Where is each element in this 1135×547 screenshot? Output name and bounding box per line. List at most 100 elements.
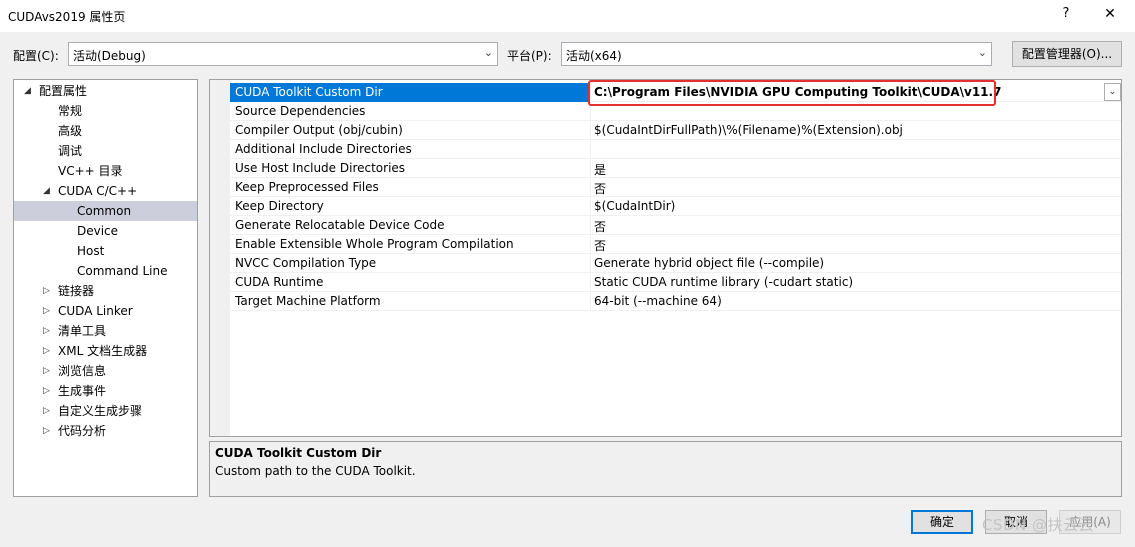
tree-item[interactable]: ▷ 自定义生成步骤 [14, 401, 197, 421]
tree-item-label: 清单工具 [58, 324, 107, 338]
property-value: 是 [594, 163, 607, 177]
tree-item-label: 链接器 [58, 284, 95, 298]
collapsed-arrow-icon[interactable]: ▷ [43, 321, 50, 341]
property-name: Keep Directory [235, 199, 324, 213]
property-name: Keep Preprocessed Files [235, 180, 379, 194]
tree-item-label: 浏览信息 [58, 364, 107, 378]
tree-item[interactable]: ▷ 代码分析 [14, 421, 197, 441]
property-grid[interactable]: CUDA Toolkit Custom Dir C:\Program Files\… [209, 79, 1122, 437]
tree-item[interactable]: ◢ CUDA C/C++ [14, 181, 197, 201]
property-value: Static CUDA runtime library (-cudart sta… [594, 275, 854, 289]
tree-item[interactable]: Device [14, 221, 197, 241]
platform-value: 活动(x64) [566, 49, 622, 63]
column-divider [590, 121, 591, 140]
tree-item[interactable]: ▷ XML 文档生成器 [14, 341, 197, 361]
tree-item[interactable]: ▷ 浏览信息 [14, 361, 197, 381]
property-name: Source Dependencies [235, 104, 366, 118]
platform-label: 平台(P): [507, 49, 552, 63]
configuration-dropdown[interactable]: 活动(Debug) ⌄ [68, 42, 498, 66]
chevron-down-icon: ⌄ [977, 46, 987, 59]
window-title: CUDAvs2019 属性页 [8, 10, 126, 24]
highlight-annotation-box [588, 80, 996, 106]
property-row[interactable]: Compiler Output (obj/cubin) $(CudaIntDirF… [230, 121, 1121, 140]
column-divider [590, 178, 591, 197]
column-divider [590, 254, 591, 273]
collapsed-arrow-icon[interactable]: ▷ [43, 401, 50, 421]
tree-item-label: 自定义生成步骤 [58, 404, 143, 418]
expanded-arrow-icon[interactable]: ◢ [43, 181, 50, 201]
expanded-arrow-icon[interactable]: ◢ [24, 81, 31, 101]
property-row[interactable]: Generate Relocatable Device Code 否 [230, 216, 1121, 235]
property-row[interactable]: CUDA Runtime Static CUDA runtime library … [230, 273, 1121, 292]
tree-item[interactable]: ▷ 清单工具 [14, 321, 197, 341]
tree-item[interactable]: VC++ 目录 [14, 161, 197, 181]
description-title: CUDA Toolkit Custom Dir [215, 446, 382, 460]
property-row[interactable]: Additional Include Directories [230, 140, 1121, 159]
configuration-manager-button[interactable]: 配置管理器(O)... [1012, 41, 1122, 67]
chevron-down-icon[interactable]: ⌄ [1104, 83, 1121, 101]
tree-item[interactable]: Host [14, 241, 197, 261]
property-value: 否 [594, 239, 607, 253]
property-name: CUDA Runtime [235, 275, 324, 289]
configuration-label: 配置(C): [13, 49, 59, 63]
property-value: $(CudaIntDirFullPath)\%(Filename)%(Exten… [594, 123, 903, 137]
collapsed-arrow-icon[interactable]: ▷ [43, 341, 50, 361]
tree-item[interactable]: Common [14, 201, 197, 221]
collapsed-arrow-icon[interactable]: ▷ [43, 421, 50, 441]
collapsed-arrow-icon[interactable]: ▷ [43, 281, 50, 301]
collapsed-arrow-icon[interactable]: ▷ [43, 361, 50, 381]
tree-item[interactable]: Command Line [14, 261, 197, 281]
property-row[interactable]: Enable Extensible Whole Program Compilat… [230, 235, 1121, 254]
tree-item-label: 代码分析 [58, 424, 107, 438]
property-row[interactable]: Target Machine Platform 64-bit (--machine… [230, 292, 1121, 311]
tree-item-label: CUDA C/C++ [58, 184, 138, 198]
tree-item[interactable]: ▷ 生成事件 [14, 381, 197, 401]
property-row[interactable]: Keep Preprocessed Files 否 [230, 178, 1121, 197]
tree-item-label: CUDA Linker [58, 304, 133, 318]
property-name: CUDA Toolkit Custom Dir [235, 85, 383, 99]
ok-button[interactable]: 确定 [911, 510, 973, 534]
tree-item-label: Command Line [77, 264, 168, 278]
property-name: Enable Extensible Whole Program Compilat… [235, 237, 514, 251]
chevron-down-icon: ⌄ [483, 46, 493, 59]
property-name: NVCC Compilation Type [235, 256, 377, 270]
tree-item-label: 常规 [58, 104, 83, 118]
tree-item[interactable]: ▷ CUDA Linker [14, 301, 197, 321]
title-bar: CUDAvs2019 属性页 ? ✕ [0, 0, 1135, 32]
tree-item[interactable]: 调试 [14, 141, 197, 161]
watermark: CSDN @扶云云 [982, 516, 1095, 534]
tree-item[interactable]: ▷ 链接器 [14, 281, 197, 301]
tree-item[interactable]: ◢ 配置属性 [14, 81, 197, 101]
property-value: 64-bit (--machine 64) [594, 294, 722, 308]
tree-item-label: Host [77, 244, 105, 258]
tree-item-label: 调试 [58, 144, 83, 158]
help-icon[interactable]: ? [1058, 6, 1074, 24]
column-divider [590, 235, 591, 254]
property-value: Generate hybrid object file (--compile) [594, 256, 825, 270]
description-text: Custom path to the CUDA Toolkit. [215, 464, 416, 478]
column-divider [590, 292, 591, 311]
property-name: Target Machine Platform [235, 294, 381, 308]
property-row[interactable]: NVCC Compilation Type Generate hybrid obj… [230, 254, 1121, 273]
property-name: Generate Relocatable Device Code [235, 218, 445, 232]
property-value: 否 [594, 220, 607, 234]
collapsed-arrow-icon[interactable]: ▷ [43, 301, 50, 321]
collapsed-arrow-icon[interactable]: ▷ [43, 381, 50, 401]
configuration-value: 活动(Debug) [73, 49, 146, 63]
column-divider [590, 140, 591, 159]
close-icon[interactable]: ✕ [1101, 6, 1119, 24]
tree-item[interactable]: 高级 [14, 121, 197, 141]
tree-item-label: 高级 [58, 124, 83, 138]
tree-item-label: XML 文档生成器 [58, 344, 148, 358]
property-name: Use Host Include Directories [235, 161, 406, 175]
property-tree[interactable]: ◢ 配置属性 常规 高级 调试 VC++ 目录 ◢ CUDA C/C++ Common Devic… [13, 79, 198, 497]
tree-item-label: Device [77, 224, 119, 238]
tree-item-label: Common [77, 204, 132, 218]
platform-dropdown[interactable]: 活动(x64) ⌄ [561, 42, 992, 66]
column-divider [590, 273, 591, 292]
property-value: $(CudaIntDir) [594, 199, 676, 213]
property-row[interactable]: Use Host Include Directories 是 [230, 159, 1121, 178]
property-row[interactable]: Keep Directory $(CudaIntDir) [230, 197, 1121, 216]
tree-item[interactable]: 常规 [14, 101, 197, 121]
column-divider [590, 197, 591, 216]
